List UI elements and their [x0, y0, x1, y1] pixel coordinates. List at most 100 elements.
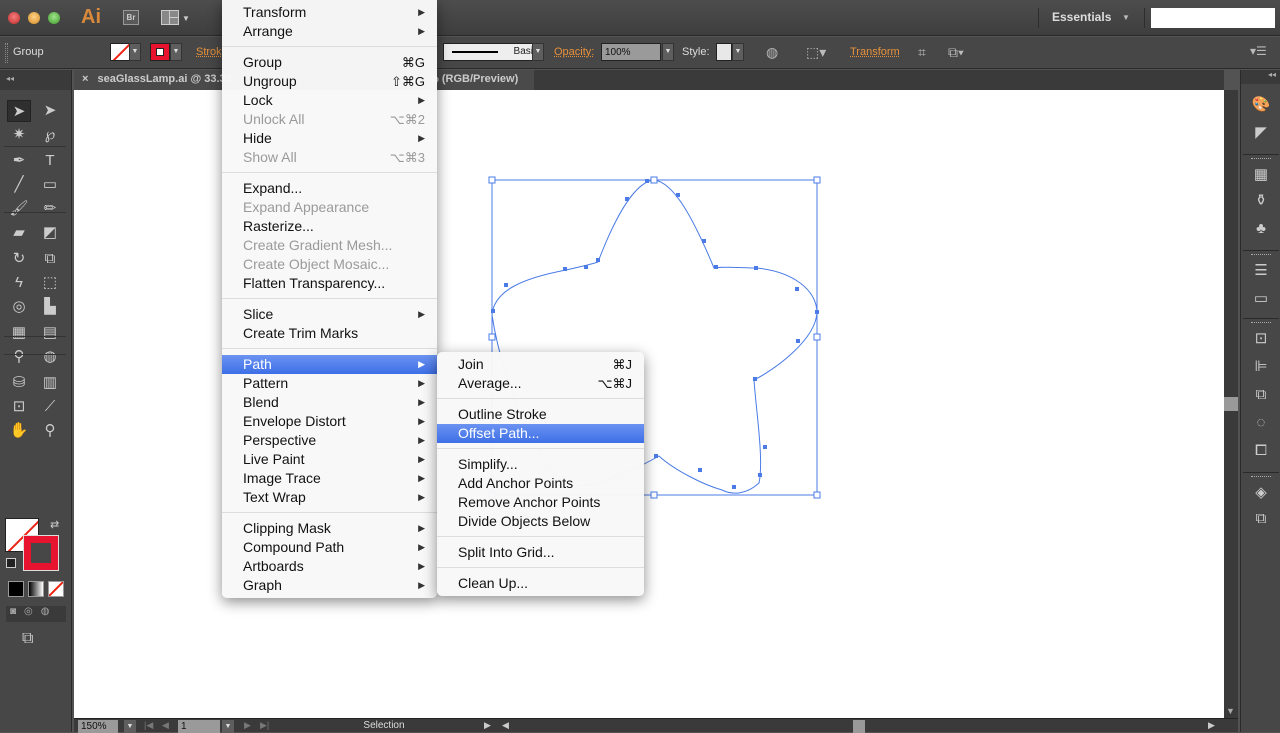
- rotate-tool-icon[interactable]: ↻: [7, 248, 31, 270]
- menu-item-text-wrap[interactable]: Text Wrap ▶: [222, 488, 437, 507]
- gradient-tool-icon[interactable]: ▤: [38, 322, 62, 344]
- stroke-color-swatch[interactable]: [23, 535, 59, 571]
- zoom-dropdown[interactable]: ▼: [124, 720, 136, 733]
- chevron-down-icon[interactable]: ▼: [1122, 13, 1130, 22]
- appearance-icon[interactable]: ◌: [1249, 412, 1273, 434]
- default-colors-icon[interactable]: [6, 558, 16, 568]
- selection-tool-icon[interactable]: ➤: [7, 100, 31, 122]
- menu-item-simplify[interactable]: Simplify...: [437, 455, 644, 474]
- menu-item-group[interactable]: Group ⌘G: [222, 53, 437, 72]
- last-artboard-icon[interactable]: ▶|: [260, 720, 269, 731]
- transform-link[interactable]: Transform: [850, 46, 900, 58]
- layers-icon[interactable]: ◈: [1249, 482, 1273, 504]
- menu-item-clean-up[interactable]: Clean Up...: [437, 574, 644, 593]
- panel-grip-icon[interactable]: [1251, 476, 1271, 479]
- first-artboard-icon[interactable]: |◀: [144, 720, 153, 731]
- transform-icon[interactable]: ⊡: [1249, 328, 1273, 350]
- perspective-grid-tool-icon[interactable]: ▙: [38, 296, 62, 318]
- menu-item-envelope-distort[interactable]: Envelope Distort ▶: [222, 412, 437, 431]
- pathfinder-icon[interactable]: ⧉: [1249, 384, 1273, 406]
- variable-width-profile[interactable]: Basic: [443, 43, 543, 61]
- window-zoom-button[interactable]: [48, 12, 60, 24]
- menu-item-flatten-transparency[interactable]: Flatten Transparency...: [222, 274, 437, 293]
- align-options-icon[interactable]: ⬚▾: [806, 44, 826, 61]
- menu-item-compound-path[interactable]: Compound Path ▶: [222, 538, 437, 557]
- swap-fill-stroke-icon[interactable]: ⇄: [50, 518, 59, 531]
- style-dropdown[interactable]: ▼: [732, 43, 744, 61]
- warp-tool-icon[interactable]: ϟ: [7, 272, 31, 294]
- menu-item-divide-objects-below[interactable]: Divide Objects Below: [437, 512, 644, 531]
- symbol-sprayer-tool-icon[interactable]: ⛁: [7, 372, 31, 394]
- menu-item-path[interactable]: Path ▶: [222, 355, 437, 374]
- artboard-number-input[interactable]: [178, 720, 220, 733]
- menu-item-lock[interactable]: Lock ▶: [222, 91, 437, 110]
- chevron-down-icon[interactable]: ▼: [182, 14, 190, 23]
- mesh-tool-icon[interactable]: ▦: [7, 322, 31, 344]
- graphic-styles-icon[interactable]: ⧠: [1249, 440, 1273, 462]
- panel-menu-icon[interactable]: ▾☰: [1250, 44, 1267, 58]
- artboards-icon[interactable]: ⧉: [1249, 508, 1273, 530]
- menu-item-add-anchor-points[interactable]: Add Anchor Points: [437, 474, 644, 493]
- menu-item-rasterize[interactable]: Rasterize...: [222, 217, 437, 236]
- isolate-group-icon[interactable]: ⌗: [918, 44, 926, 61]
- panel-grip-icon[interactable]: [5, 43, 8, 63]
- swatches-icon[interactable]: ▦: [1249, 164, 1273, 186]
- panel-grip-icon[interactable]: [1251, 322, 1271, 325]
- pencil-tool-icon[interactable]: ✏: [38, 198, 62, 220]
- scale-tool-icon[interactable]: ⧉: [38, 248, 62, 270]
- menu-item-expand[interactable]: Expand...: [222, 179, 437, 198]
- window-close-button[interactable]: [8, 12, 20, 24]
- status-menu-icon[interactable]: ▶: [484, 720, 491, 731]
- menu-item-remove-anchor-points[interactable]: Remove Anchor Points: [437, 493, 644, 512]
- symbols-icon[interactable]: ♣: [1249, 218, 1273, 240]
- stroke-dropdown[interactable]: ▼: [170, 43, 182, 61]
- menu-item-ungroup[interactable]: Ungroup ⇧⌘G: [222, 72, 437, 91]
- screen-mode-icon[interactable]: ⧉: [22, 630, 33, 648]
- menu-item-arrange[interactable]: Arrange ▶: [222, 22, 437, 41]
- eyedropper-tool-icon[interactable]: ⚲: [7, 346, 31, 368]
- stroke-swatch[interactable]: [150, 43, 170, 61]
- none-mode-icon[interactable]: [48, 581, 64, 597]
- horizontal-scroll-thumb[interactable]: [853, 720, 865, 733]
- lasso-tool-icon[interactable]: ℘: [38, 124, 62, 146]
- free-transform-tool-icon[interactable]: ⬚: [38, 272, 62, 294]
- opacity-input[interactable]: [601, 43, 661, 61]
- select-similar-icon[interactable]: ⧉▾: [948, 44, 964, 61]
- bridge-button[interactable]: Br: [123, 10, 139, 25]
- type-tool-icon[interactable]: T: [38, 150, 62, 172]
- drawing-modes-icon[interactable]: ◙◎◍: [6, 606, 66, 622]
- fill-dropdown[interactable]: ▼: [129, 43, 141, 61]
- profile-dropdown[interactable]: ▼: [532, 43, 544, 61]
- previous-artboard-icon[interactable]: ◀: [162, 720, 169, 731]
- menu-item-artboards[interactable]: Artboards ▶: [222, 557, 437, 576]
- color-guide-icon[interactable]: ◤: [1249, 122, 1273, 144]
- hand-tool-icon[interactable]: ✋: [7, 420, 31, 442]
- collapse-icon[interactable]: ◂◂: [1241, 70, 1280, 84]
- pen-tool-icon[interactable]: ✒: [7, 150, 31, 172]
- stroke-icon[interactable]: ☰: [1249, 260, 1273, 282]
- collapse-icon[interactable]: ◂◂: [0, 70, 71, 90]
- artboard-dropdown[interactable]: ▼: [222, 720, 234, 733]
- scroll-left-icon[interactable]: ◀: [502, 720, 509, 731]
- next-artboard-icon[interactable]: ▶: [244, 720, 251, 731]
- menu-item-slice[interactable]: Slice ▶: [222, 305, 437, 324]
- menu-item-graph[interactable]: Graph ▶: [222, 576, 437, 595]
- direct-selection-tool-icon[interactable]: ➤: [38, 100, 62, 122]
- gradient-icon[interactable]: ▭: [1249, 288, 1273, 310]
- zoom-tool-icon[interactable]: ⚲: [38, 420, 62, 442]
- menu-item-clipping-mask[interactable]: Clipping Mask ▶: [222, 519, 437, 538]
- fill-swatch[interactable]: [110, 43, 130, 61]
- help-search-input[interactable]: [1151, 8, 1275, 28]
- menu-item-hide[interactable]: Hide ▶: [222, 129, 437, 148]
- menu-item-average[interactable]: Average... ⌥⌘J: [437, 374, 644, 393]
- workspace-switcher[interactable]: Essentials: [1052, 10, 1111, 24]
- gradient-mode-icon[interactable]: [28, 581, 44, 597]
- brushes-icon[interactable]: ⚱: [1249, 190, 1273, 212]
- paintbrush-tool-icon[interactable]: 🖌: [7, 198, 31, 220]
- blend-tool-icon[interactable]: ◍: [38, 346, 62, 368]
- zoom-level-input[interactable]: [78, 720, 118, 733]
- recolor-artwork-icon[interactable]: ◍: [766, 44, 778, 61]
- menu-item-live-paint[interactable]: Live Paint ▶: [222, 450, 437, 469]
- menu-item-perspective[interactable]: Perspective ▶: [222, 431, 437, 450]
- menu-item-pattern[interactable]: Pattern ▶: [222, 374, 437, 393]
